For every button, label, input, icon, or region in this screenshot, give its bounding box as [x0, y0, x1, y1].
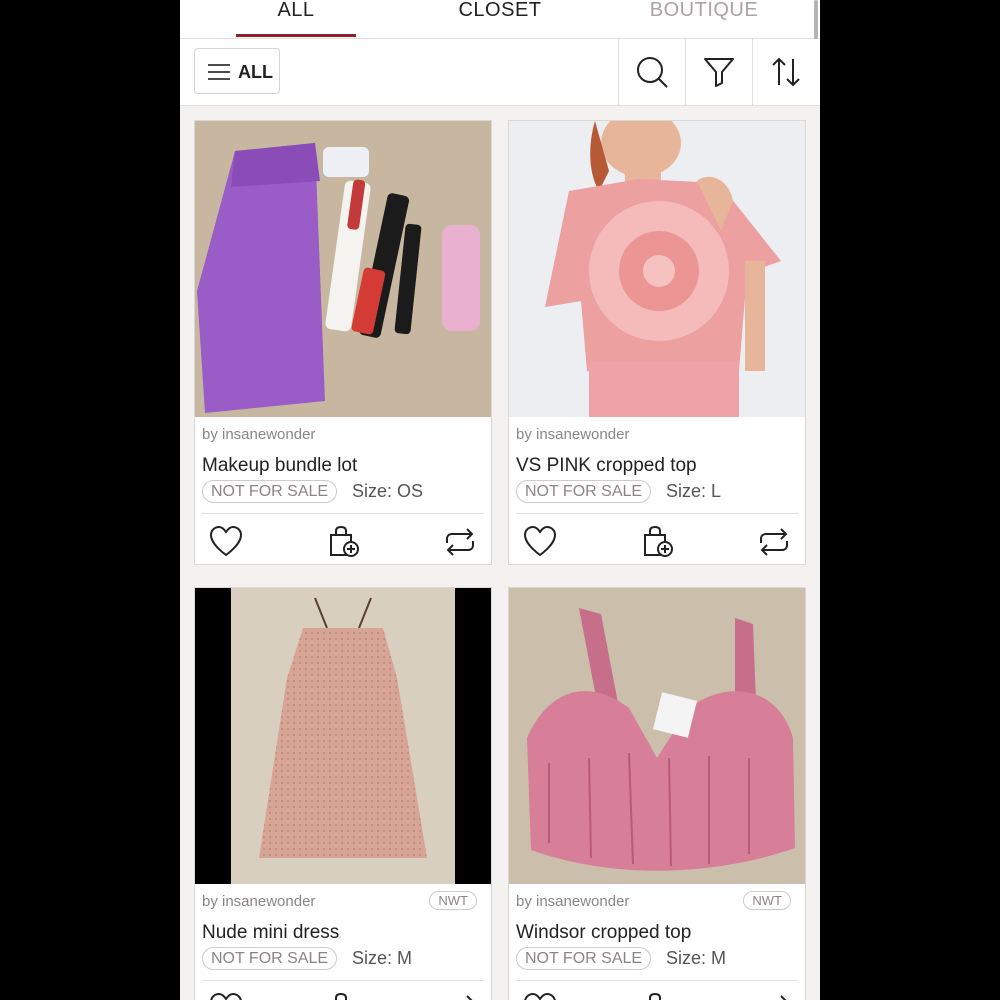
menu-icon: [208, 64, 230, 80]
bag-add-icon[interactable]: [641, 525, 675, 559]
corset-top-photo: [509, 588, 805, 884]
listing-card[interactable]: by insanewonder NWT Nude mini dress NOT …: [194, 587, 492, 1000]
status-badge: NOT FOR SALE: [202, 480, 338, 503]
bag-add-icon[interactable]: [327, 992, 361, 1000]
seller-name[interactable]: by insanewonder: [202, 893, 315, 910]
listing-photo[interactable]: [195, 588, 491, 884]
size-label: Size: M: [352, 948, 413, 968]
funnel-filter-icon: [704, 58, 734, 87]
tab-boutique[interactable]: BOUTIQUE: [624, 0, 784, 24]
listing-card[interactable]: by insanewonder VS PINK cropped top NOT …: [508, 120, 806, 565]
seller-name[interactable]: by insanewonder: [516, 426, 629, 443]
listing-title[interactable]: Makeup bundle lot: [202, 455, 357, 477]
category-filter-label: ALL: [238, 62, 273, 82]
size-label: Size: L: [666, 481, 722, 501]
listing-photo[interactable]: [509, 588, 805, 884]
divider: [202, 980, 484, 981]
size-label: Size: M: [666, 948, 727, 968]
listing-card[interactable]: by insanewonder Makeup bundle lot NOT FO…: [194, 120, 492, 565]
active-tab-indicator: [236, 34, 356, 37]
share-icon[interactable]: [443, 525, 477, 559]
search-icon: [637, 57, 668, 88]
status-badge: NOT FOR SALE: [516, 480, 652, 503]
nwt-badge: NWT: [429, 891, 477, 910]
heart-icon[interactable]: [523, 992, 557, 1000]
listing-title[interactable]: Windsor cropped top: [516, 922, 691, 944]
listing-title[interactable]: VS PINK cropped top: [516, 455, 697, 477]
tab-bar: ALL CLOSET BOUTIQUE: [180, 0, 820, 39]
toolbar: ALL: [180, 39, 820, 106]
category-filter-button[interactable]: ALL: [194, 48, 280, 94]
listing-photo[interactable]: [195, 121, 491, 417]
share-icon[interactable]: [443, 992, 477, 1000]
divider: [202, 513, 484, 514]
filter-button[interactable]: [685, 39, 752, 105]
status-badge: NOT FOR SALE: [202, 947, 338, 970]
share-icon[interactable]: [757, 525, 791, 559]
makeup-bundle-photo: [195, 121, 491, 417]
nwt-badge: NWT: [743, 891, 791, 910]
search-button[interactable]: [618, 39, 685, 105]
size-label: Size: OS: [352, 481, 424, 501]
divider: [516, 980, 798, 981]
app-screen: ALL CLOSET BOUTIQUE ALL by insanewonder …: [180, 0, 820, 1000]
tab-all[interactable]: ALL: [216, 0, 376, 24]
listing-title[interactable]: Nude mini dress: [202, 922, 339, 944]
heart-icon[interactable]: [523, 525, 557, 559]
sort-arrows-icon: [772, 57, 800, 87]
seller-name[interactable]: by insanewonder: [516, 893, 629, 910]
bag-add-icon[interactable]: [641, 992, 675, 1000]
share-icon[interactable]: [757, 992, 791, 1000]
heart-icon[interactable]: [209, 525, 243, 559]
listing-photo[interactable]: [509, 121, 805, 417]
bag-add-icon[interactable]: [327, 525, 361, 559]
tie-dye-top-photo: [509, 121, 805, 417]
tab-closet[interactable]: CLOSET: [420, 0, 580, 24]
listing-card[interactable]: by insanewonder NWT Windsor cropped top …: [508, 587, 806, 1000]
status-badge: NOT FOR SALE: [516, 947, 652, 970]
heart-icon[interactable]: [209, 992, 243, 1000]
mini-dress-photo: [195, 588, 491, 884]
seller-name[interactable]: by insanewonder: [202, 426, 315, 443]
divider: [516, 513, 798, 514]
sort-button[interactable]: [752, 39, 819, 105]
